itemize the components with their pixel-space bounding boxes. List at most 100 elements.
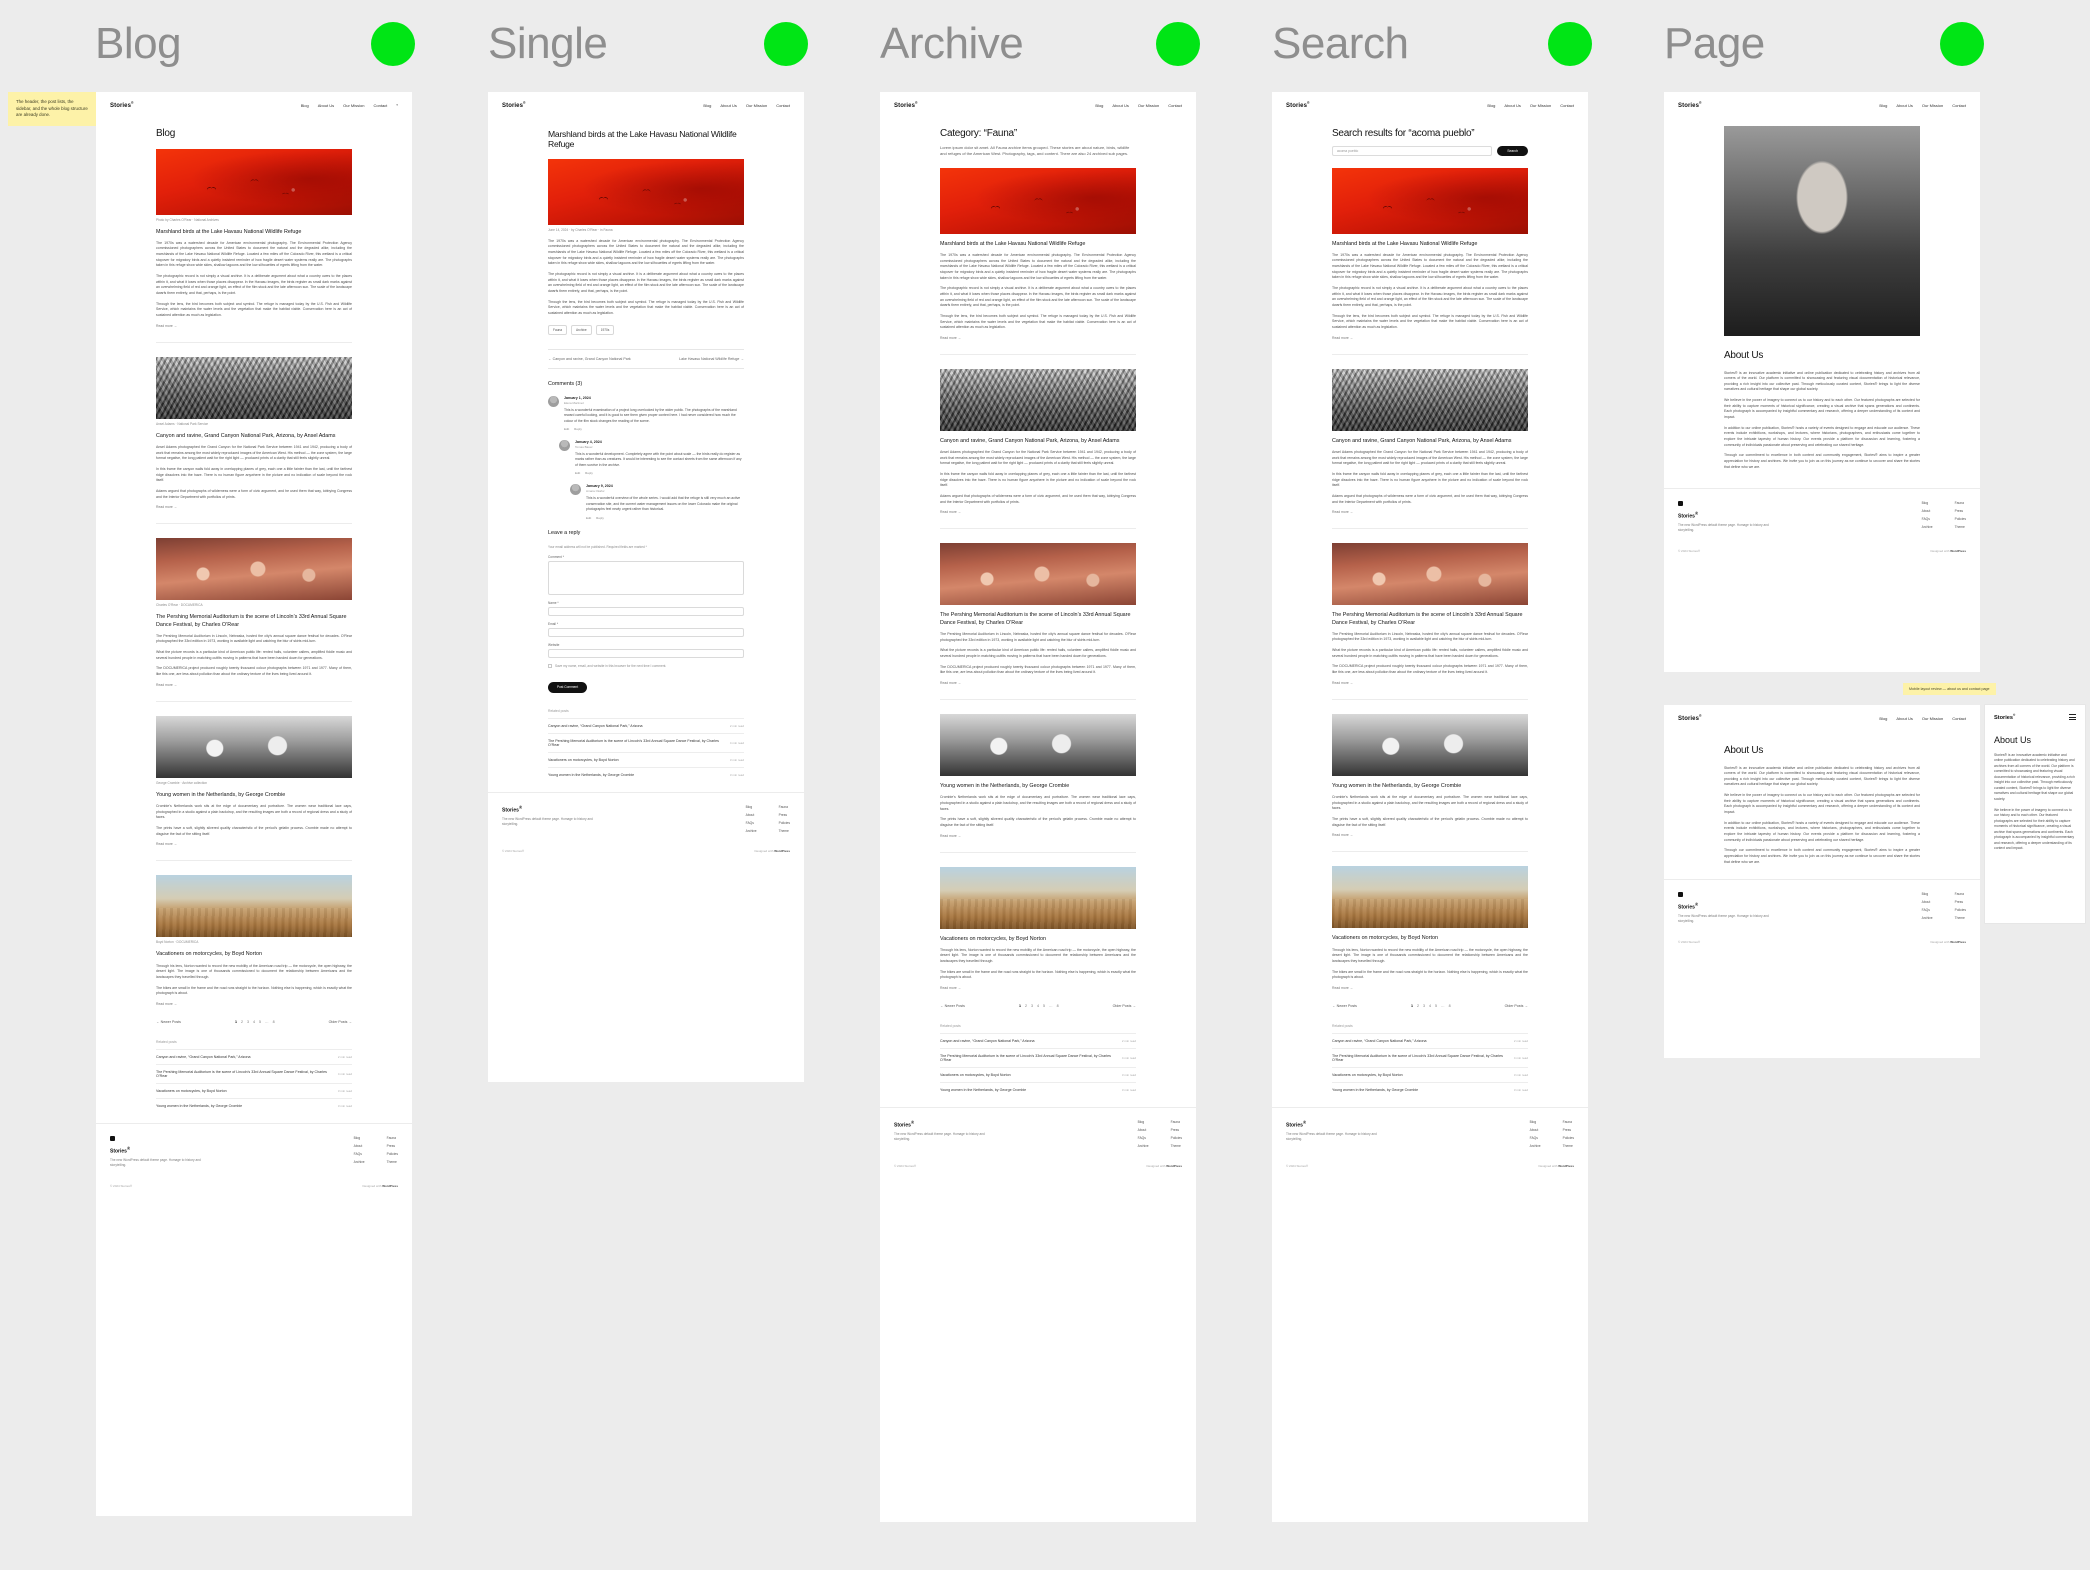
page-number[interactable]: 1 <box>1019 1004 1021 1008</box>
list-item[interactable]: Canyon and ravine, “Grand Canyon Nationa… <box>156 1048 352 1064</box>
read-more-link[interactable]: Read more → <box>940 510 1136 514</box>
read-more-link[interactable]: Read more → <box>156 842 352 846</box>
footer-link[interactable]: Theme <box>779 829 790 833</box>
comment-textarea[interactable] <box>548 560 744 595</box>
prev-post-link[interactable]: ← Canyon and ravine, Grand Canyon Nation… <box>548 357 631 361</box>
footer-link[interactable]: Archive <box>1138 1144 1149 1148</box>
post-title[interactable]: Vacationers on motorcycles, by Boyd Nort… <box>940 936 1136 943</box>
pagination-next[interactable]: Older Posts → <box>1113 1004 1136 1008</box>
nav-item-about[interactable]: About Us <box>1112 103 1128 108</box>
nav-item-blog[interactable]: Blog <box>301 103 309 108</box>
page-number[interactable]: 2 <box>1417 1004 1419 1008</box>
post-title[interactable]: Young women in the Netherlands, by Georg… <box>940 783 1136 790</box>
list-item[interactable]: Vacationers on motorcycles, by Boyd Nort… <box>548 752 744 767</box>
post-title[interactable]: Canyon and ravine, Grand Canyon National… <box>1332 438 1528 445</box>
post-title[interactable]: The Pershing Memorial Auditorium is the … <box>1332 612 1528 627</box>
nav-item-blog[interactable]: Blog <box>703 103 711 108</box>
read-more-link[interactable]: Read more → <box>1332 510 1528 514</box>
footer-link[interactable]: FAQs <box>1922 908 1933 912</box>
post-comment-button[interactable]: Post Comment <box>548 681 588 693</box>
footer-link[interactable]: Fauna <box>387 1136 398 1140</box>
nav-item-contact[interactable]: Contact <box>776 103 790 108</box>
nav-item-blog[interactable]: Blog <box>1487 103 1495 108</box>
footer-link[interactable]: Press <box>1955 509 1966 513</box>
nav-item-mission[interactable]: Our Mission <box>343 103 364 108</box>
page-number[interactable]: 2 <box>1025 1004 1027 1008</box>
email-field[interactable] <box>548 627 744 637</box>
page-number[interactable]: 5 <box>1435 1004 1437 1008</box>
footer-link[interactable]: Press <box>779 813 790 817</box>
nav-item-about[interactable]: About Us <box>1896 716 1912 721</box>
footer-link[interactable]: Fauna <box>1171 1120 1182 1124</box>
footer-link[interactable]: Blog <box>1530 1120 1541 1124</box>
nav-item-about[interactable]: About Us <box>720 103 736 108</box>
post-title[interactable]: Marshland birds at the Lake Havasu Natio… <box>940 241 1136 248</box>
list-item[interactable]: Young women in the Netherlands, by Georg… <box>156 1097 352 1113</box>
read-more-link[interactable]: Read more → <box>940 986 1136 990</box>
footer-link[interactable]: Fauna <box>1955 892 1966 896</box>
read-more-link[interactable]: Read more → <box>156 505 352 509</box>
nav-item-about[interactable]: About Us <box>318 103 334 108</box>
pagination-prev[interactable]: ← Newer Posts <box>1332 1004 1357 1008</box>
list-item[interactable]: Canyon and ravine, “Grand Canyon Nationa… <box>548 718 744 733</box>
page-number[interactable]: 3 <box>1031 1004 1033 1008</box>
name-field[interactable] <box>548 606 744 616</box>
read-more-link[interactable]: Read more → <box>1332 986 1528 990</box>
next-post-link[interactable]: Lake Havasu National Wildlife Refuge → <box>679 357 744 361</box>
nav-item-mission[interactable]: Our Mission <box>1530 103 1551 108</box>
footer-link[interactable]: Theme <box>1955 916 1966 920</box>
pagination-prev[interactable]: ← Newer Posts <box>940 1004 965 1008</box>
page-number[interactable]: 5 <box>259 1020 261 1024</box>
footer-link[interactable]: Blog <box>1922 501 1933 505</box>
hamburger-menu-icon[interactable] <box>2069 714 2076 720</box>
footer-link[interactable]: About <box>354 1144 365 1148</box>
pagination-next[interactable]: Older Posts → <box>329 1020 352 1024</box>
footer-link[interactable]: Fauna <box>1955 501 1966 505</box>
page-number[interactable]: 8 <box>1057 1004 1059 1008</box>
site-brand[interactable]: Stories® <box>894 101 918 109</box>
page-number[interactable]: 8 <box>273 1020 275 1024</box>
nav-item-blog[interactable]: Blog <box>1095 103 1103 108</box>
list-item[interactable]: Young women in the Netherlands, by Georg… <box>1332 1081 1528 1097</box>
post-title[interactable]: Canyon and ravine, Grand Canyon National… <box>156 433 352 440</box>
footer-link[interactable]: Policies <box>779 821 790 825</box>
read-more-link[interactable]: Read more → <box>1332 681 1528 685</box>
footer-link[interactable]: FAQs <box>354 1152 365 1156</box>
footer-link[interactable]: Press <box>387 1144 398 1148</box>
search-button[interactable]: Search <box>1497 145 1528 156</box>
nav-item-mission[interactable]: Our Mission <box>1922 103 1943 108</box>
pagination-next[interactable]: Older Posts → <box>1505 1004 1528 1008</box>
page-number[interactable]: 4 <box>253 1020 255 1024</box>
footer-link[interactable]: About <box>746 813 757 817</box>
site-brand[interactable]: Stories® <box>1678 101 1702 109</box>
chevron-down-icon[interactable]: ▾ <box>396 103 398 107</box>
tag[interactable]: 1970s <box>595 324 615 335</box>
footer-link[interactable]: About <box>1138 1128 1149 1132</box>
nav-item-blog[interactable]: Blog <box>1879 716 1887 721</box>
footer-link[interactable]: Blog <box>1138 1120 1149 1124</box>
site-brand[interactable]: Stories® <box>110 101 134 109</box>
footer-link[interactable]: Policies <box>1563 1136 1574 1140</box>
post-title[interactable]: Canyon and ravine, Grand Canyon National… <box>940 438 1136 445</box>
comment-edit[interactable]: Edit <box>575 471 580 475</box>
footer-link[interactable]: Theme <box>1955 525 1966 529</box>
read-more-link[interactable]: Read more → <box>156 1002 352 1006</box>
read-more-link[interactable]: Read more → <box>156 324 352 328</box>
site-brand[interactable]: Stories® <box>1286 101 1310 109</box>
search-input[interactable]: acoma pueblo <box>1332 145 1493 156</box>
footer-link[interactable]: About <box>1922 900 1933 904</box>
footer-link[interactable]: Archive <box>1922 525 1933 529</box>
footer-link[interactable]: Policies <box>1955 517 1966 521</box>
footer-link[interactable]: FAQs <box>1922 517 1933 521</box>
nav-item-blog[interactable]: Blog <box>1879 103 1887 108</box>
read-more-link[interactable]: Read more → <box>156 683 352 687</box>
nav-item-contact[interactable]: Contact <box>1952 716 1966 721</box>
footer-link[interactable]: Policies <box>1171 1136 1182 1140</box>
list-item[interactable]: The Pershing Memorial Auditorium is the … <box>940 1048 1136 1067</box>
page-number[interactable]: 5 <box>1043 1004 1045 1008</box>
list-item[interactable]: Canyon and ravine, “Grand Canyon Nationa… <box>940 1033 1136 1048</box>
footer-link[interactable]: Press <box>1563 1128 1574 1132</box>
footer-link[interactable]: Fauna <box>779 805 790 809</box>
footer-link[interactable]: FAQs <box>1530 1136 1541 1140</box>
read-more-link[interactable]: Read more → <box>940 336 1136 340</box>
